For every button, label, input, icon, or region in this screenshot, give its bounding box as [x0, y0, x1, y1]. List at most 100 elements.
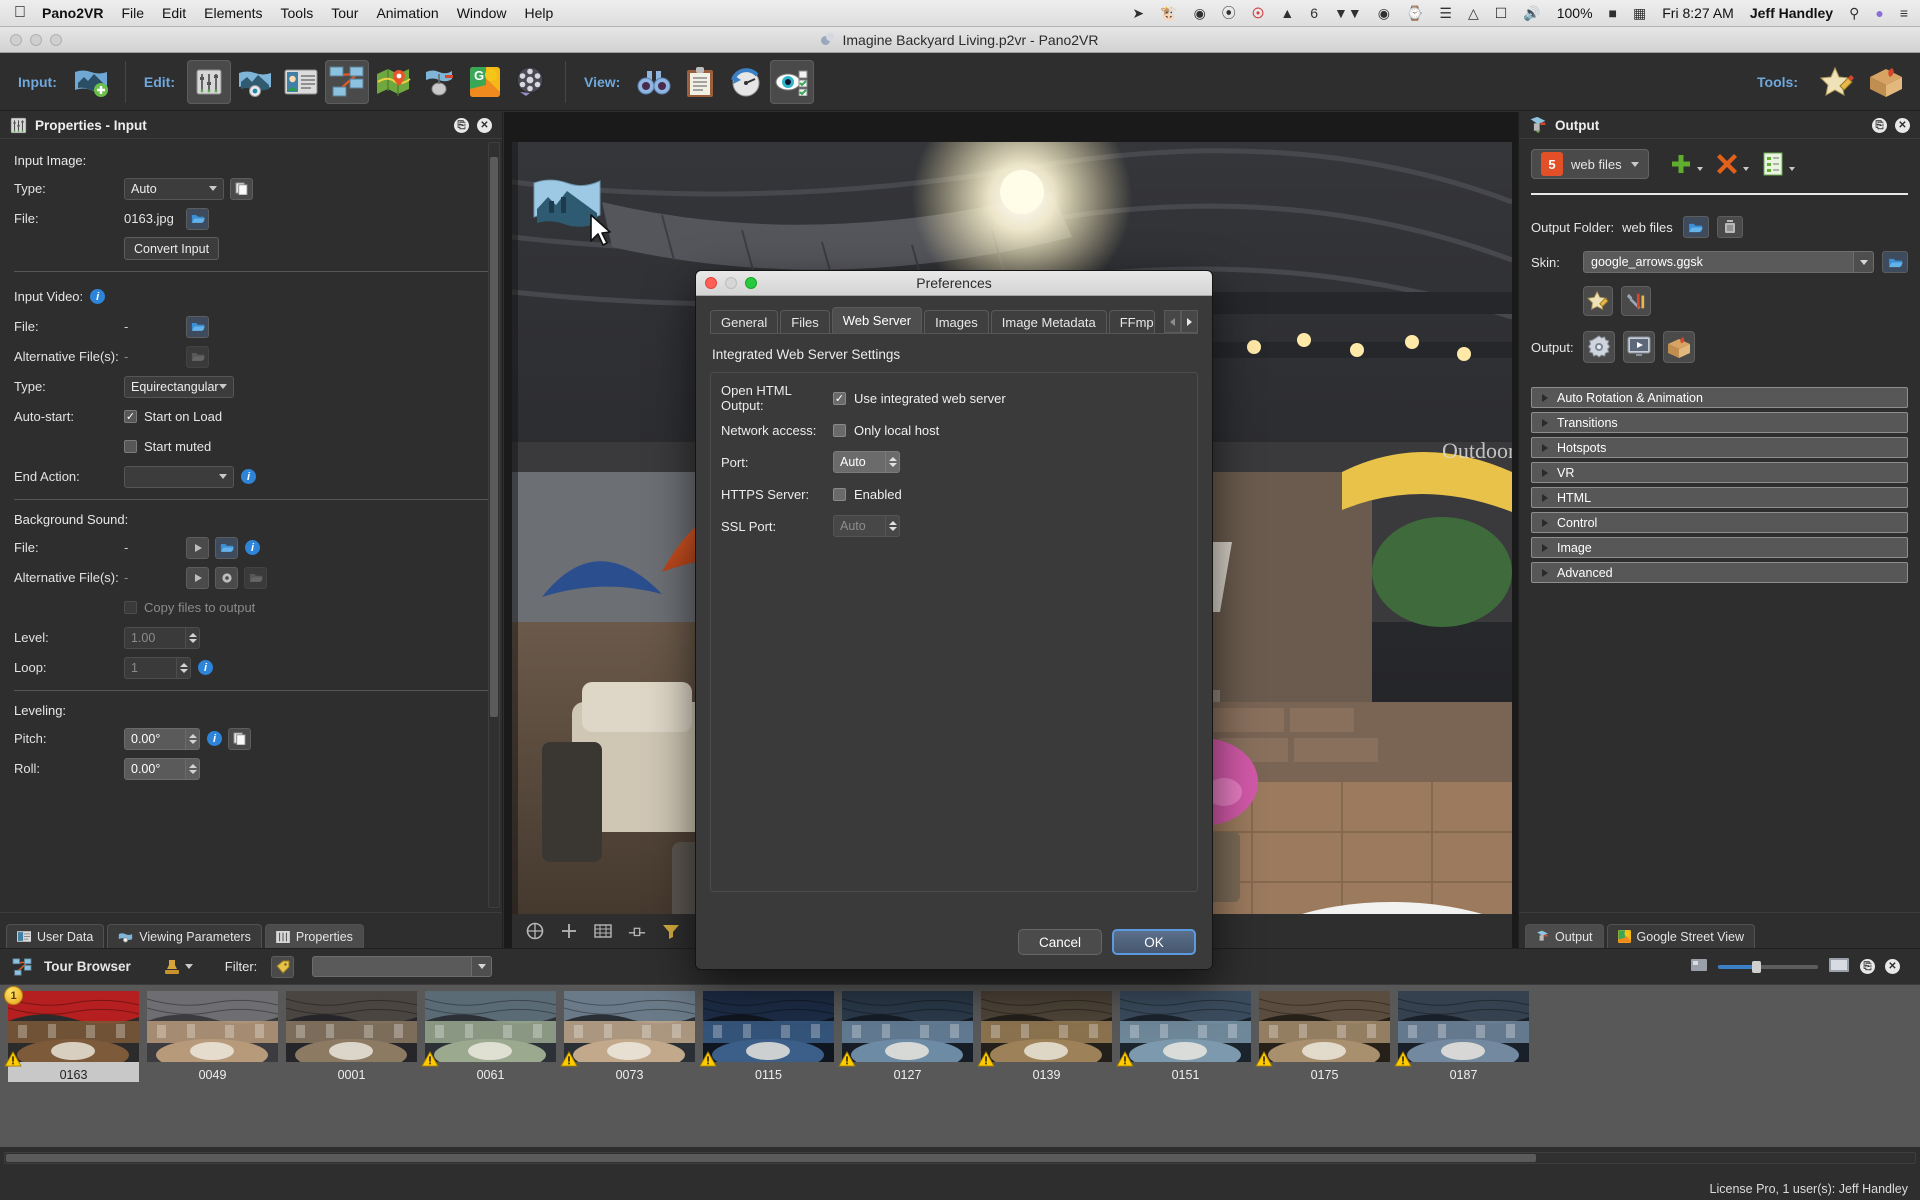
tab-viewing-parameters[interactable]: Viewing Parameters: [107, 924, 262, 948]
map-editor-icon[interactable]: [371, 60, 415, 104]
warning-icon[interactable]: [560, 1050, 578, 1067]
properties-icon[interactable]: [186, 59, 231, 104]
menu-edit[interactable]: Edit: [162, 5, 186, 21]
zoom-icon[interactable]: [745, 277, 757, 289]
slider-knob[interactable]: [1752, 960, 1761, 973]
warning-icon[interactable]: [1116, 1050, 1134, 1067]
clipboard-icon[interactable]: [678, 60, 722, 104]
level-value[interactable]: 1.00: [124, 626, 186, 649]
use-integrated-web-server-checkbox[interactable]: ✓: [833, 391, 846, 405]
section-transitions[interactable]: Transitions: [1531, 412, 1908, 433]
copy-icon[interactable]: [230, 177, 253, 200]
package-icon[interactable]: [1663, 331, 1695, 363]
settings-gear-icon[interactable]: [215, 566, 238, 589]
tour-node-thumbnail[interactable]: 0001: [286, 991, 417, 1082]
ssl-port-stepper[interactable]: [886, 515, 900, 537]
visibility-icon[interactable]: [770, 59, 815, 104]
info-icon[interactable]: i: [207, 731, 222, 746]
menubar-app-name[interactable]: Pano2VR: [42, 5, 103, 21]
bluetooth-icon[interactable]: ☰: [1439, 5, 1452, 22]
chevron-right-icon[interactable]: [1181, 310, 1198, 333]
menu-file[interactable]: File: [121, 5, 144, 21]
section-html[interactable]: HTML: [1531, 487, 1908, 508]
tour-node-thumbnail[interactable]: 0139: [977, 991, 1112, 1082]
tab-user-data[interactable]: User Data: [6, 924, 105, 948]
skin-editor-icon[interactable]: [1814, 60, 1858, 104]
pitch-stepper[interactable]: [186, 727, 200, 750]
adobe-icon[interactable]: ▲: [1280, 5, 1294, 21]
info-icon[interactable]: i: [198, 660, 213, 675]
battery-charging-icon[interactable]: ■: [1609, 5, 1617, 21]
volume-icon[interactable]: 🔊: [1523, 5, 1540, 22]
cancel-button[interactable]: Cancel: [1018, 929, 1102, 955]
menu-help[interactable]: Help: [525, 5, 554, 21]
minimize-icon[interactable]: [725, 277, 737, 289]
left-panel-scrollbar[interactable]: [488, 142, 500, 908]
skin-editor-icon[interactable]: [1583, 286, 1613, 316]
roll-value[interactable]: 0.00°: [124, 757, 186, 780]
preferences-window-controls[interactable]: [705, 277, 757, 289]
skin-settings-icon[interactable]: [1621, 286, 1651, 316]
level-stepper[interactable]: [186, 626, 200, 649]
tour-node-thumbnail[interactable]: 0175: [1255, 991, 1390, 1082]
siri-icon[interactable]: ●: [1875, 5, 1883, 21]
tour-map-icon[interactable]: [324, 59, 369, 104]
ok-button[interactable]: OK: [1112, 929, 1196, 955]
tab-web-server[interactable]: Web Server: [831, 307, 923, 333]
menubar-clock[interactable]: Fri 8:27 AM: [1662, 5, 1734, 21]
notification-center-icon[interactable]: ≡: [1900, 5, 1908, 21]
tour-node-thumbnail[interactable]: 0187: [1394, 991, 1529, 1082]
tab-general[interactable]: General: [710, 310, 779, 333]
minimize-window-button[interactable]: [30, 33, 42, 46]
copy-files-checkbox[interactable]: [124, 601, 137, 614]
copy-icon[interactable]: [228, 727, 251, 750]
skitch-icon[interactable]: ◉: [1194, 5, 1206, 22]
play-icon[interactable]: [186, 566, 209, 589]
thumbnail-size-slider[interactable]: [1718, 960, 1818, 973]
apple-logo-icon[interactable]: : [14, 5, 26, 21]
google-street-view-icon[interactable]: G: [463, 60, 507, 104]
camera-icon[interactable]: ◉: [1378, 5, 1390, 22]
loop-stepper[interactable]: [177, 656, 191, 679]
user-data-icon[interactable]: [279, 60, 323, 104]
window-controls[interactable]: [10, 33, 62, 46]
info-icon[interactable]: i: [90, 289, 106, 304]
tour-node-thumbnail[interactable]: 0151: [1116, 991, 1251, 1082]
stamp-tool[interactable]: [163, 958, 193, 976]
close-icon[interactable]: ✕: [1885, 959, 1900, 974]
remove-icon[interactable]: [1713, 150, 1749, 178]
tag-icon[interactable]: [271, 955, 295, 978]
preview-icon[interactable]: [1623, 331, 1655, 363]
large-thumbnails-icon[interactable]: [1828, 957, 1850, 976]
textexpander-icon[interactable]: ▼▼: [1334, 5, 1362, 21]
filter-input-group[interactable]: [312, 956, 493, 977]
skin-value[interactable]: google_arrows.ggsk: [1583, 251, 1854, 273]
tab-images[interactable]: Images: [924, 310, 989, 333]
close-icon[interactable]: ✕: [477, 117, 492, 133]
warning-icon[interactable]: [838, 1050, 856, 1067]
section-auto-rotation[interactable]: Auto Rotation & Animation: [1531, 387, 1908, 408]
viewing-parameters-icon[interactable]: [233, 60, 277, 104]
folder-open-icon[interactable]: [244, 566, 267, 589]
https-enabled-checkbox[interactable]: [833, 487, 846, 501]
warning-icon[interactable]: [977, 1050, 995, 1067]
dropbox-icon[interactable]: ⦿: [1222, 3, 1236, 23]
small-thumbnails-icon[interactable]: [1690, 958, 1708, 975]
filter-dropdown[interactable]: [472, 956, 493, 977]
add-point-icon[interactable]: [560, 922, 578, 940]
tour-node-list[interactable]: 1 0163 0049 0001 0061 0073 0115 0127 0139 0151 017…: [0, 985, 1920, 1147]
roll-stepper[interactable]: [186, 757, 200, 780]
undock-icon[interactable]: ⎘: [1860, 959, 1875, 974]
skin-dropdown[interactable]: [1854, 251, 1874, 273]
menu-window[interactable]: Window: [457, 5, 507, 21]
convert-input-button[interactable]: Convert Input: [124, 237, 220, 260]
zoom-window-button[interactable]: [50, 33, 62, 46]
tour-node-thumbnail[interactable]: 0061: [421, 991, 556, 1082]
wifi-icon[interactable]: △: [1468, 5, 1479, 22]
folder-open-icon[interactable]: [186, 207, 209, 230]
section-vr[interactable]: VR: [1531, 462, 1908, 483]
tab-google-street-view[interactable]: Google Street View: [1606, 924, 1756, 948]
output-type-select[interactable]: 5 web files: [1531, 149, 1649, 179]
menubar-user[interactable]: Jeff Handley: [1750, 5, 1833, 21]
tour-node-thumbnail[interactable]: 0049: [147, 991, 278, 1082]
